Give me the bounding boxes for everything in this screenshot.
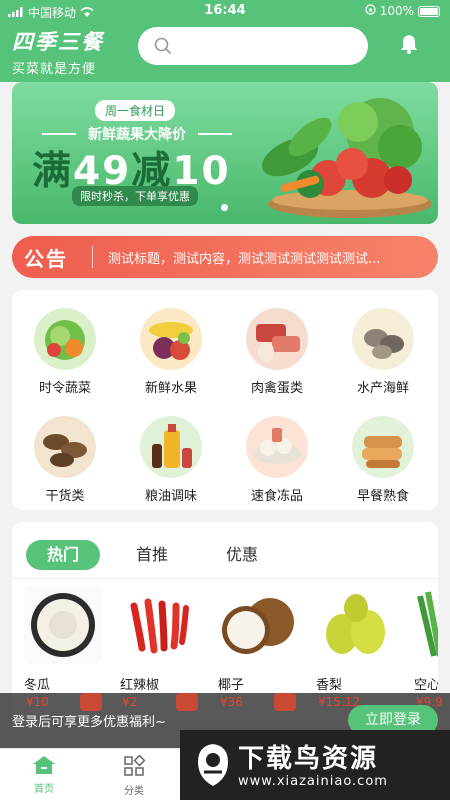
notice-label: 公告 [24,247,68,271]
category-breakfast[interactable]: 早餐熟食 [338,416,428,512]
category-grid: 时令蔬菜 新鲜水果 肉禽蛋类 水产海鲜 干货类 粮油调味 速食冻品 早餐熟食 [12,290,438,510]
product-name: 空心 [414,678,438,693]
pear-image [316,586,394,664]
category-frozen[interactable]: 速食冻品 [232,416,322,512]
product-name: 椰子 [218,678,245,693]
home-icon [32,756,56,778]
logo-subtitle: 买菜就是方便 [12,62,97,77]
vegetable-basket-image [240,92,436,224]
promo-prefix: 满 [32,149,74,194]
login-prompt-text: 登录后可享更多优惠福利~ [12,715,166,730]
banner-subtitle: 限时秒杀，下单享优惠 [72,186,198,206]
bell-icon[interactable] [398,33,420,59]
product-name: 冬瓜 [24,678,51,693]
product-name: 红辣椒 [120,678,160,693]
status-right: 100% [365,4,440,18]
status-bar: 中国移动 16:44 100% [0,0,450,22]
cabbage-icon [34,308,96,370]
tab-discount[interactable]: 优惠 [212,540,272,570]
product-section: 热门 首推 优惠 冬瓜 红辣椒 椰子 香梨 空心 [12,522,438,722]
category-label: 新鲜水果 [144,381,197,396]
cart-icon[interactable] [176,693,198,711]
tab-hot[interactable]: 热门 [26,540,100,570]
mushroom-icon [34,416,96,478]
tabbar-category[interactable]: 分类 [104,754,164,797]
product-price: ¥2 [122,695,138,709]
category-label: 时令蔬菜 [38,381,91,396]
category-label: 速食冻品 [250,489,303,504]
product-price: ¥10 [26,695,49,709]
battery-icon [418,5,440,17]
search-icon [154,37,172,59]
category-label: 干货类 [45,489,85,504]
grid-icon [123,754,146,780]
category-meat-eggs[interactable]: 肉禽蛋类 [232,308,322,404]
search-input[interactable] [138,27,368,65]
battery-percent: 100% [379,4,414,18]
product-card[interactable]: 香梨 [316,586,402,693]
water-spinach-image [414,586,438,664]
category-label: 水产海鲜 [356,381,409,396]
coconut-image [218,586,296,664]
notice-text: 测试标题，测试内容，测试测试测试测试测试... [108,252,381,267]
cart-icon[interactable] [274,693,296,711]
product-card[interactable]: 空心 [414,586,438,693]
category-dry-goods[interactable]: 干货类 [20,416,110,512]
app-header: 中国移动 16:44 100% 四季三餐 买菜就是方便 [0,0,450,82]
winter-melon-image [24,586,102,664]
oil-bottle-icon [140,416,202,478]
bread-icon [352,416,414,478]
logo-title: 四季三餐 [12,30,104,54]
category-fruits[interactable]: 新鲜水果 [126,308,216,404]
tabbar-label: 首页 [34,784,54,795]
cart-icon[interactable] [80,693,102,711]
product-card[interactable]: 冬瓜 [24,586,110,693]
watermark-title: 下载鸟资源 [238,744,379,774]
meat-icon [246,308,308,370]
category-seafood[interactable]: 水产海鲜 [338,308,428,404]
watermark: 下载鸟资源 www.xiazainiao.com [180,730,450,800]
tab-featured[interactable]: 首推 [122,540,182,570]
category-label: 粮油调味 [144,489,197,504]
rotation-lock-icon [365,4,376,18]
bird-logo-icon [194,742,232,792]
fruit-icon [140,308,202,370]
category-vegetables[interactable]: 时令蔬菜 [20,308,110,404]
dumpling-icon [246,416,308,478]
banner-tag: 周一食材日 [95,100,176,121]
watermark-url: www.xiazainiao.com [238,774,388,789]
seafood-icon [352,308,414,370]
app-logo: 四季三餐 买菜就是方便 [12,26,104,77]
category-label: 早餐熟食 [356,489,409,504]
red-pepper-image [120,586,198,664]
notice-divider [92,246,93,268]
category-label: 肉禽蛋类 [250,381,303,396]
tabbar-home[interactable]: 首页 [14,755,74,795]
notice-bar[interactable]: 公告 测试标题，测试内容，测试测试测试测试测试... [12,236,438,278]
product-price: ¥36 [220,695,243,709]
tabbar-label: 分类 [124,786,144,797]
category-oil-seasoning[interactable]: 粮油调味 [126,416,216,512]
product-name: 香梨 [316,678,343,693]
product-card[interactable]: 红辣椒 [120,586,206,693]
carousel-indicator[interactable] [221,204,228,211]
promo-banner[interactable]: 周一食材日 新鲜蔬果大降价 满49减10 限时秒杀，下单享优惠 [12,82,438,224]
tab-divider [12,578,438,579]
product-card[interactable]: 椰子 [218,586,304,693]
